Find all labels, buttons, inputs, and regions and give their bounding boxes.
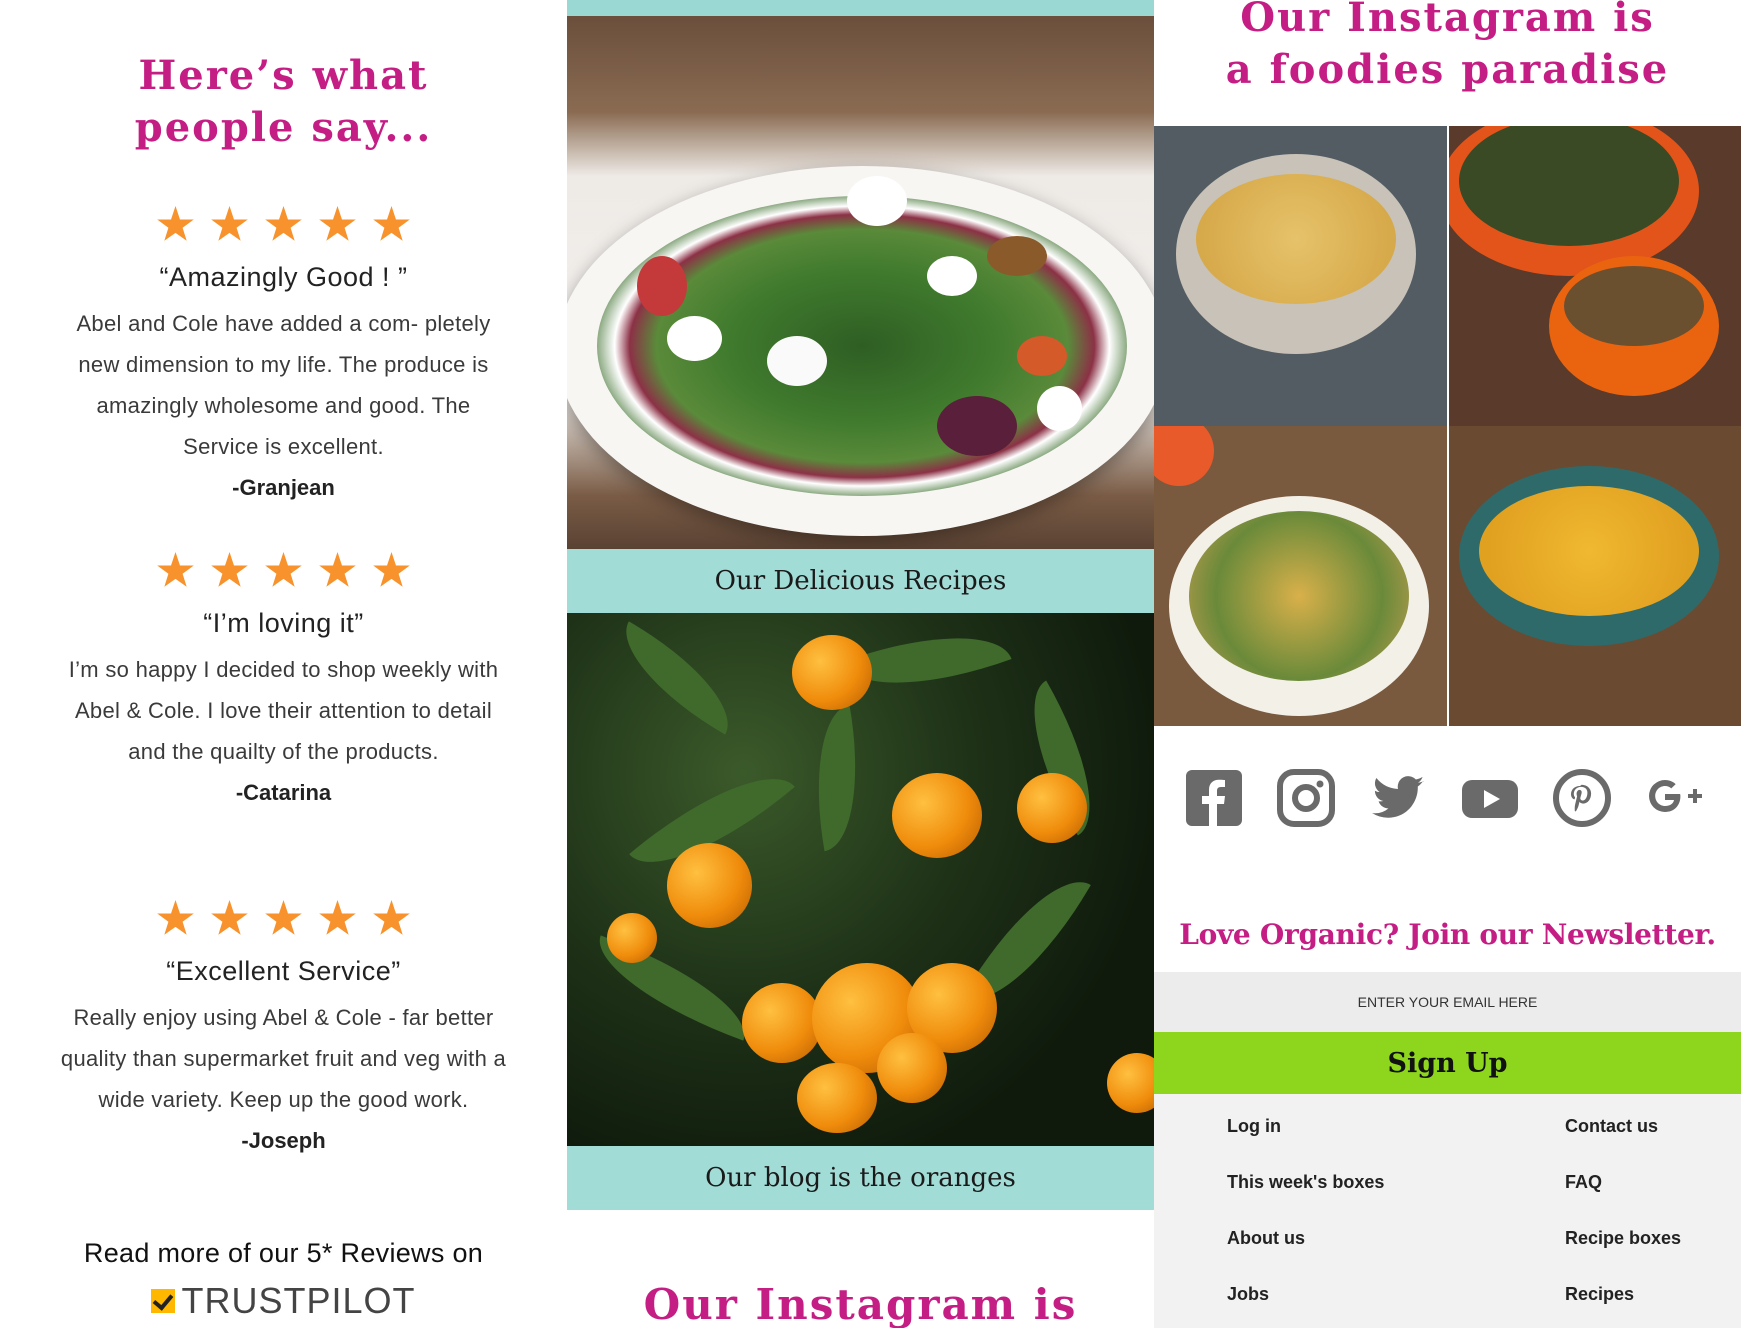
star-icon [373,206,410,241]
star-icon [373,552,410,587]
review-body: Abel and Cole have added a com- pletely … [76,311,491,459]
review-author: -Catarina [235,780,332,805]
instagram-heading-partial: Our Instagram is [643,1280,1078,1328]
review-body: I’m so happy I decided to shop weekly wi… [68,657,499,764]
star-icon [319,900,356,935]
footer-link-log-in[interactable]: Log in [1227,1116,1281,1137]
reviews-heading-line1: Here’s what [138,52,429,99]
footer-link-faq[interactable]: FAQ [1565,1172,1602,1193]
instagram-photo-soup-bowl[interactable] [1154,126,1447,426]
google-plus-icon[interactable] [1644,768,1704,828]
content-column: Our Delicious Recipes Our blog is the or… [567,0,1154,1328]
instagram-icon[interactable] [1276,768,1336,828]
star-icon [211,552,248,587]
footer-link-jobs[interactable]: Jobs [1227,1284,1269,1305]
sign-up-button[interactable]: Sign Up [1154,1032,1741,1094]
trustpilot-label: TRUSTPILOT [181,1280,416,1321]
youtube-icon[interactable] [1460,768,1520,828]
read-more-reviews: Read more of our 5* Reviews on [83,1238,484,1268]
review-author: -Granjean [232,475,335,500]
reviews-column: Here’s what people say... “Amazingly Goo… [0,0,567,1328]
footer-link-about-us[interactable]: About us [1227,1228,1305,1249]
star-icon [157,552,194,587]
social-icons-row [1184,768,1741,828]
instagram-heading-line2: a foodies paradise [1225,46,1670,93]
star-icon [319,206,356,241]
trustpilot-logo-icon [151,1289,176,1313]
footer-link-recipes[interactable]: Recipes [1565,1284,1634,1305]
footer-link-recipe-boxes[interactable]: Recipe boxes [1565,1228,1681,1249]
star-icon [265,900,302,935]
review-body: Really enjoy using Abel & Cole - far bet… [60,1005,507,1112]
instagram-photo-orange-pots[interactable] [1449,126,1741,426]
email-input[interactable] [1154,972,1741,1032]
footer-links: Log in This week's boxes About us Jobs C… [1154,1094,1741,1328]
star-icon [265,206,302,241]
star-icon [211,900,248,935]
recipes-caption[interactable]: Our Delicious Recipes [567,549,1154,613]
newsletter-title: Love Organic? Join our Newsletter. [1179,918,1716,951]
star-icon [319,552,356,587]
star-icon [157,206,194,241]
instagram-photo-chickpea-salad[interactable] [1154,426,1447,726]
review-author: -Joseph [241,1128,326,1153]
star-rating [0,206,567,250]
instagram-heading: Our Instagram is a foodies paradise [1154,0,1741,96]
reviews-heading: Here’s what people say... [0,50,567,154]
instagram-column: Our Instagram is a foodies paradise Love… [1154,0,1741,1328]
caption-band-partial [567,0,1154,16]
trustpilot-link[interactable]: TRUSTPILOT [0,1280,567,1322]
review-title: “Excellent Service” [166,956,401,986]
reviews-heading-line2: people say... [134,104,433,151]
oranges-photo[interactable] [567,613,1154,1146]
review-card: “Excellent Service” Really enjoy using A… [0,900,567,1161]
review-title: “Amazingly Good ! ” [159,262,408,292]
blog-caption[interactable]: Our blog is the oranges [567,1146,1154,1210]
review-card: “Amazingly Good ! ” Abel and Cole have a… [0,206,567,508]
star-icon [211,206,248,241]
star-rating [0,552,567,596]
review-title: “I’m loving it” [203,608,364,638]
twitter-icon[interactable] [1368,768,1428,828]
footer-link-contact-us[interactable]: Contact us [1565,1116,1658,1137]
facebook-icon[interactable] [1184,768,1244,828]
star-icon [265,552,302,587]
star-icon [157,900,194,935]
star-rating [0,900,567,944]
star-icon [373,900,410,935]
review-card: “I’m loving it” I’m so happy I decided t… [0,552,567,813]
instagram-photo-yellow-soup[interactable] [1449,426,1741,726]
instagram-heading-line1: Our Instagram is [1240,0,1655,41]
salad-photo[interactable] [567,16,1154,549]
pinterest-icon[interactable] [1552,768,1612,828]
footer-link-this-weeks-boxes[interactable]: This week's boxes [1227,1172,1384,1193]
